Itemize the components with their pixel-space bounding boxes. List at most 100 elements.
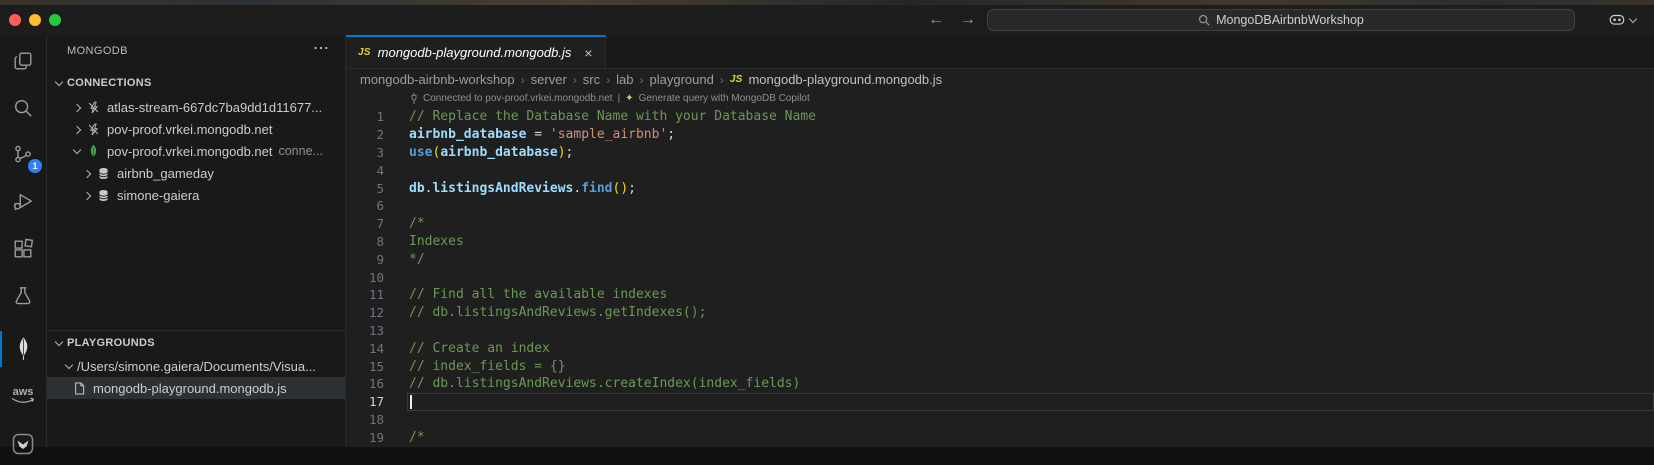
code-text: [407, 392, 1654, 411]
code-line[interactable]: 5 db. listingsAndReviews. find();: [346, 179, 1654, 197]
disconnected-connection-icon: [85, 123, 101, 136]
playgrounds-section-header[interactable]: PLAYGROUNDS: [47, 332, 345, 354]
line-number: 8: [376, 233, 384, 249]
code-line[interactable]: 3 use(airbnb_database);: [346, 144, 1654, 162]
code-line[interactable]: 15 // index_fields = {}: [346, 357, 1654, 375]
database-icon: [95, 189, 111, 202]
run-debug-icon: [13, 193, 33, 211]
chevron-down-icon: [64, 360, 74, 370]
section-divider: [47, 330, 345, 331]
breadcrumb-item[interactable]: playground: [649, 72, 713, 87]
code-text: // Replace the Database Name with your D…: [409, 109, 816, 125]
line-number: 3: [376, 144, 384, 160]
breadcrumb-item[interactable]: server: [531, 72, 567, 87]
chevron-down-icon: [72, 145, 82, 155]
connection-item-connected[interactable]: pov-proof.vrkei.mongodb.net conne...: [47, 140, 345, 162]
code-line-current[interactable]: 17: [346, 392, 1654, 411]
chevron-right-icon: [82, 169, 92, 178]
plug-icon: [411, 93, 417, 104]
line-number: 6: [376, 198, 384, 214]
database-icon: [95, 167, 111, 180]
flask-icon: [15, 287, 31, 305]
search-icon: [1199, 14, 1210, 26]
line-number: 17: [368, 394, 384, 410]
activity-bird-extension-button[interactable]: [0, 423, 46, 465]
tab-bar: JS mongodb-playground.mongodb.js ×: [346, 35, 1654, 69]
copilot-icon: [1609, 14, 1625, 25]
close-window-button[interactable]: [9, 14, 21, 26]
code-line[interactable]: 7 /*: [346, 215, 1654, 233]
codelens-bar: Connected to pov-proof.vrkei.mongodb.net…: [410, 92, 810, 105]
breadcrumb-item[interactable]: mongodb-airbnb-workshop: [360, 72, 515, 87]
breadcrumb-separator-icon: ›: [606, 73, 611, 87]
code-text: // index_fields = {}: [409, 358, 566, 374]
breadcrumb-separator-icon: ›: [719, 73, 724, 87]
database-item[interactable]: simone-gaiera: [47, 184, 345, 206]
code-text: // db.listingsAndReviews.createIndex(ind…: [409, 376, 801, 392]
activity-source-control-button[interactable]: 1: [0, 134, 46, 176]
close-icon[interactable]: ×: [584, 45, 592, 61]
line-number: 1: [376, 109, 384, 125]
copilot-menu-button[interactable]: [1608, 5, 1638, 35]
code-text: /*: [409, 216, 425, 232]
activity-mongodb-button[interactable]: [0, 328, 46, 370]
disconnected-connection-icon: [85, 101, 101, 114]
command-center-search[interactable]: MongoDBAirbnbWorkshop: [987, 9, 1575, 31]
code-line[interactable]: 8 Indexes: [346, 233, 1654, 251]
line-number: 5: [376, 180, 384, 196]
line-number: 13: [368, 322, 384, 338]
connection-item[interactable]: atlas-stream-667dc7ba9dd1d11677...: [47, 96, 345, 118]
tab-mongodb-playground[interactable]: JS mongodb-playground.mongodb.js ×: [346, 35, 606, 68]
database-item[interactable]: airbnb_gameday: [47, 162, 345, 184]
code-line[interactable]: 1 // Replace the Database Name with your …: [346, 108, 1654, 126]
activity-explorer-button[interactable]: [0, 40, 46, 82]
activity-extensions-button[interactable]: [0, 228, 46, 270]
line-number: 7: [376, 216, 384, 232]
connections-section-header[interactable]: CONNECTIONS: [47, 72, 345, 94]
more-actions-icon[interactable]: ⋯: [313, 38, 329, 58]
activity-search-button[interactable]: [0, 87, 46, 129]
codelens-connected-link[interactable]: Connected to pov-proof.vrkei.mongodb.net: [423, 93, 613, 104]
codelens-copilot-link[interactable]: Generate query with MongoDB Copilot: [639, 93, 810, 104]
history-back-button[interactable]: ←: [928, 11, 944, 29]
history-forward-button[interactable]: →: [960, 11, 976, 29]
line-number: 19: [368, 429, 384, 445]
line-number: 15: [368, 358, 384, 374]
code-line[interactable]: 11 // Find all the available indexes: [346, 286, 1654, 304]
zoom-window-button[interactable]: [49, 14, 61, 26]
code-line[interactable]: 9 */: [346, 250, 1654, 268]
code-line[interactable]: 16 // db.listingsAndReviews.createIndex(i…: [346, 375, 1654, 393]
playground-folder-item[interactable]: /Users/simone.gaiera/Documents/Visua...: [47, 355, 345, 377]
code-area[interactable]: 1 // Replace the Database Name with your …: [346, 108, 1654, 446]
code-line[interactable]: 4: [346, 161, 1654, 179]
line-number: 14: [368, 340, 384, 356]
connection-status-suffix: conne...: [278, 144, 323, 158]
code-line[interactable]: 10: [346, 268, 1654, 286]
playground-file-item[interactable]: mongodb-playground.mongodb.js: [47, 377, 345, 399]
code-text: // Find all the available indexes: [409, 287, 668, 303]
code-text: db. listingsAndReviews. find();: [409, 180, 636, 196]
code-line[interactable]: 6: [346, 197, 1654, 215]
explorer-icon: [14, 52, 32, 70]
breadcrumb-item[interactable]: lab: [616, 72, 633, 87]
search-icon: [14, 99, 32, 117]
code-line[interactable]: 19 /*: [346, 428, 1654, 446]
code-line[interactable]: 2 airbnb_database = 'sample_airbnb';: [346, 126, 1654, 144]
breadcrumb-item[interactable]: src: [583, 72, 600, 87]
activity-testing-button[interactable]: [0, 275, 46, 317]
code-text: Indexes: [409, 233, 464, 249]
code-line[interactable]: 18: [346, 411, 1654, 429]
code-line[interactable]: 13: [346, 322, 1654, 340]
line-number: 9: [376, 251, 384, 267]
activity-aws-button[interactable]: aws: [0, 375, 46, 417]
code-line[interactable]: 14 // Create an index: [346, 339, 1654, 357]
activity-run-debug-button[interactable]: [0, 181, 46, 223]
breadcrumb-file-item[interactable]: mongodb-playground.mongodb.js: [748, 72, 942, 87]
code-line[interactable]: 12 // db.listingsAndReviews.getIndexes();: [346, 304, 1654, 322]
line-number: 16: [368, 376, 384, 392]
connection-item[interactable]: pov-proof.vrkei.mongodb.net: [47, 118, 345, 140]
line-number: 12: [368, 305, 384, 321]
minimize-window-button[interactable]: [29, 14, 41, 26]
